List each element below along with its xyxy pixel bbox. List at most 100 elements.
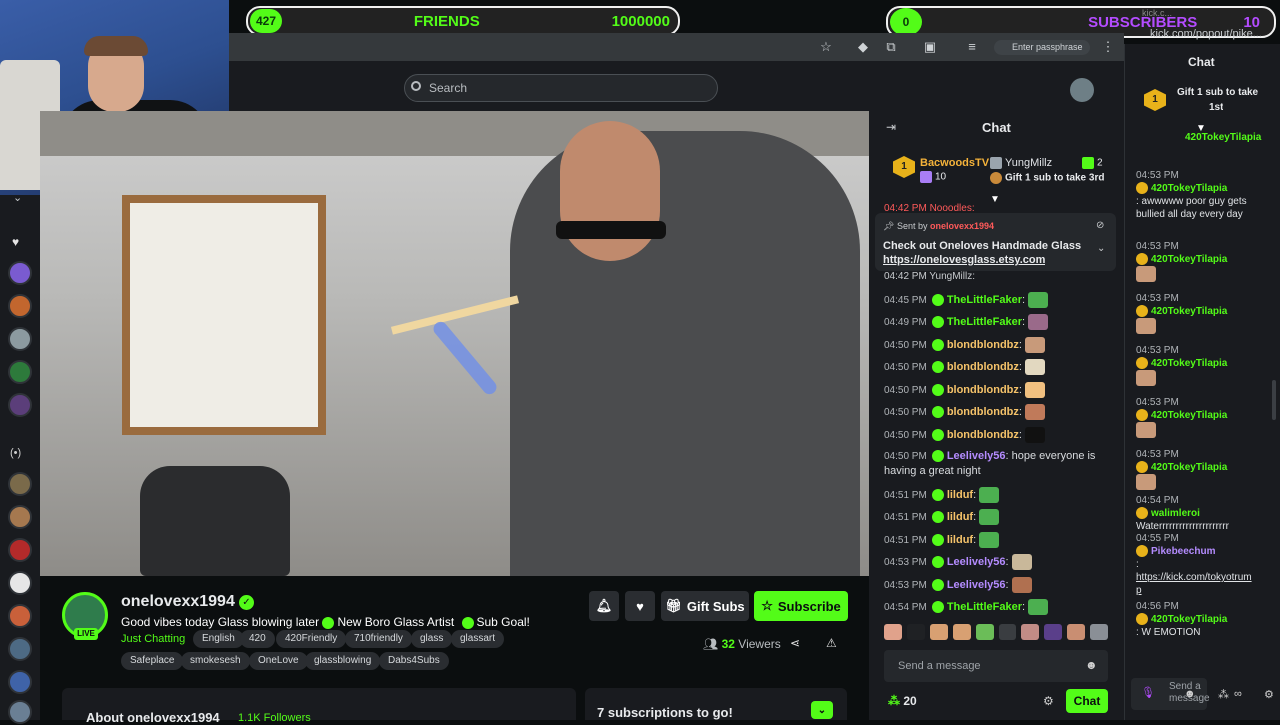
message-username[interactable]: blondblondbz [947, 384, 1019, 396]
emote-icon[interactable] [975, 624, 994, 640]
message-username[interactable]: 420TokeyTilapia [1151, 410, 1227, 421]
popout-scrollbar[interactable] [1272, 380, 1276, 420]
message-username[interactable]: 420TokeyTilapia [1151, 462, 1227, 473]
message-username[interactable]: Leelively56 [947, 450, 1006, 462]
emote-icon[interactable] [1044, 624, 1063, 640]
subscribe-button[interactable]: ☆ Subscribe [754, 591, 848, 621]
message-username[interactable]: TheLittleFaker [947, 294, 1022, 306]
emote-icon[interactable] [906, 624, 925, 640]
message-username[interactable]: Pikebeechum [1151, 546, 1215, 557]
recommended-channel-avatar[interactable] [8, 604, 32, 628]
message-username[interactable]: lilduf [947, 511, 973, 523]
message-text-line-3[interactable]: p [1136, 584, 1252, 597]
collapse-chat-icon[interactable]: ⇥ [886, 120, 896, 134]
popout-url[interactable]: kick.com/popout/pike... [1150, 28, 1266, 40]
heart-icon[interactable]: ♥ [12, 235, 19, 249]
chat-input[interactable]: Send a message [884, 650, 1108, 682]
tag-chip[interactable]: English [193, 630, 244, 648]
followed-channel-avatar[interactable] [8, 294, 32, 318]
tag-chip[interactable]: 420 [240, 630, 275, 648]
emoji-icon[interactable]: ☻ [1085, 658, 1098, 672]
filter-icon[interactable]: ▼ [990, 194, 1000, 205]
recommended-channel-avatar[interactable] [8, 571, 32, 595]
list-icon[interactable]: ≡ [964, 39, 980, 55]
emote-icon[interactable] [884, 624, 902, 640]
notification-bell-button[interactable]: 🔔︎ [589, 591, 619, 621]
message-username[interactable]: TheLittleFaker [947, 601, 1022, 613]
pinned-sender[interactable]: onelovexx1994 [930, 221, 994, 231]
recommended-channel-avatar[interactable] [8, 700, 32, 724]
tag-chip[interactable]: OneLove [249, 652, 308, 670]
kicks-icon[interactable]: ⁂ [1218, 688, 1229, 701]
recommended-channel-avatar[interactable] [8, 670, 32, 694]
message-username[interactable]: blondblondbz [947, 339, 1019, 351]
search-input[interactable]: Search [404, 74, 718, 102]
browser-menu-icon[interactable]: ⋮ [1100, 39, 1116, 55]
follow-button[interactable]: ♥ [625, 591, 655, 621]
tag-chip[interactable]: 710friendly [345, 630, 412, 648]
tag-chip[interactable]: smokesesh [181, 652, 250, 670]
settings-gear-icon[interactable]: ⚙ [1043, 694, 1054, 708]
second-gifter-name[interactable]: YungMillz [990, 157, 1052, 170]
collapse-chevron-icon[interactable]: ⌄ [13, 191, 22, 204]
recommended-channel-avatar[interactable] [8, 538, 32, 562]
link-icon[interactable]: ∞ [1234, 688, 1242, 700]
share-icon[interactable]: ⋖ [790, 636, 800, 650]
message-username[interactable]: lilduf [947, 534, 973, 546]
emoji-icon[interactable]: ☻ [1184, 688, 1196, 700]
pinned-link[interactable]: https://onelovesglass.etsy.com [883, 254, 1045, 266]
popout-chat-input[interactable]: 🎙︎ Send a message [1131, 678, 1210, 710]
message-username[interactable]: blondblondbz [947, 361, 1019, 373]
emote-icon[interactable] [998, 624, 1017, 640]
puzzle-icon[interactable]: ⧉ [883, 39, 899, 55]
recommended-channel-avatar[interactable] [8, 505, 32, 529]
expand-goal-button[interactable]: ⌄ [811, 701, 833, 719]
tag-chip[interactable]: glassart [451, 630, 505, 648]
followed-channel-avatar[interactable] [8, 360, 32, 384]
video-player[interactable] [40, 111, 869, 576]
recommended-channel-avatar[interactable] [8, 472, 32, 496]
popout-gift-prompt[interactable]: Gift 1 sub to take [1177, 87, 1258, 98]
message-username[interactable]: 420TokeyTilapia [1151, 614, 1227, 625]
extension-diamond-icon[interactable]: ◆ [855, 39, 871, 55]
message-username[interactable]: blondblondbz [947, 429, 1019, 441]
user-avatar[interactable] [1070, 78, 1094, 102]
settings-gear-icon[interactable]: ⚙ [1264, 688, 1274, 701]
emote-icon[interactable] [1067, 624, 1086, 640]
message-text-line-2[interactable]: https://kick.com/tokyotrum [1136, 571, 1252, 584]
message-username[interactable]: blondblondbz [947, 406, 1019, 418]
emote-icon[interactable] [929, 624, 948, 640]
followed-channel-avatar[interactable] [8, 327, 32, 351]
message-username[interactable]: lilduf [947, 489, 973, 501]
expand-pin-icon[interactable]: ⌄ [1097, 243, 1105, 254]
message-username[interactable]: 420TokeyTilapia [1151, 183, 1227, 194]
gift-subs-button[interactable]: 🎁︎ Gift Subs [661, 591, 749, 621]
screenshot-icon[interactable]: ▣ [922, 39, 938, 55]
tag-chip[interactable]: Dabs4Subs [379, 652, 449, 670]
message-username[interactable]: walimleroi [1151, 508, 1200, 519]
message-username[interactable]: Leelively56 [947, 579, 1006, 591]
channel-name[interactable]: onelovexx1994 [121, 593, 235, 611]
tag-chip[interactable]: 420Friendly [276, 630, 347, 648]
passphrase-field[interactable]: Enter passphrase [994, 40, 1090, 55]
chat-send-button[interactable]: Chat [1066, 689, 1108, 713]
emote-icon[interactable] [952, 624, 971, 640]
tag-chip[interactable]: glass [411, 630, 453, 648]
tag-chip[interactable]: glassblowing [305, 652, 381, 670]
hide-pin-icon[interactable]: ⊘ [1096, 220, 1104, 231]
message-username[interactable]: TheLittleFaker [947, 316, 1022, 328]
star-icon[interactable]: ☆ [818, 39, 834, 55]
recommended-channel-avatar[interactable] [8, 637, 32, 661]
gift-prompt[interactable]: Gift 1 sub to take 3rd [990, 172, 1104, 184]
tag-chip[interactable]: Safeplace [121, 652, 184, 670]
message-username[interactable]: 420TokeyTilapia [1151, 254, 1227, 265]
followed-channel-avatar[interactable] [8, 261, 32, 285]
emote-icon[interactable] [1021, 624, 1040, 640]
message-username[interactable]: 420TokeyTilapia [1151, 306, 1227, 317]
message-username[interactable]: 420TokeyTilapia [1151, 358, 1227, 369]
browser-tab[interactable]: kick.c... [1142, 8, 1172, 18]
report-icon[interactable]: ⚠ [826, 636, 837, 650]
emote-icon[interactable] [1090, 624, 1109, 640]
top-gifter-name[interactable]: BacwoodsTV [920, 157, 989, 169]
message-username[interactable]: Leelively56 [947, 556, 1006, 568]
